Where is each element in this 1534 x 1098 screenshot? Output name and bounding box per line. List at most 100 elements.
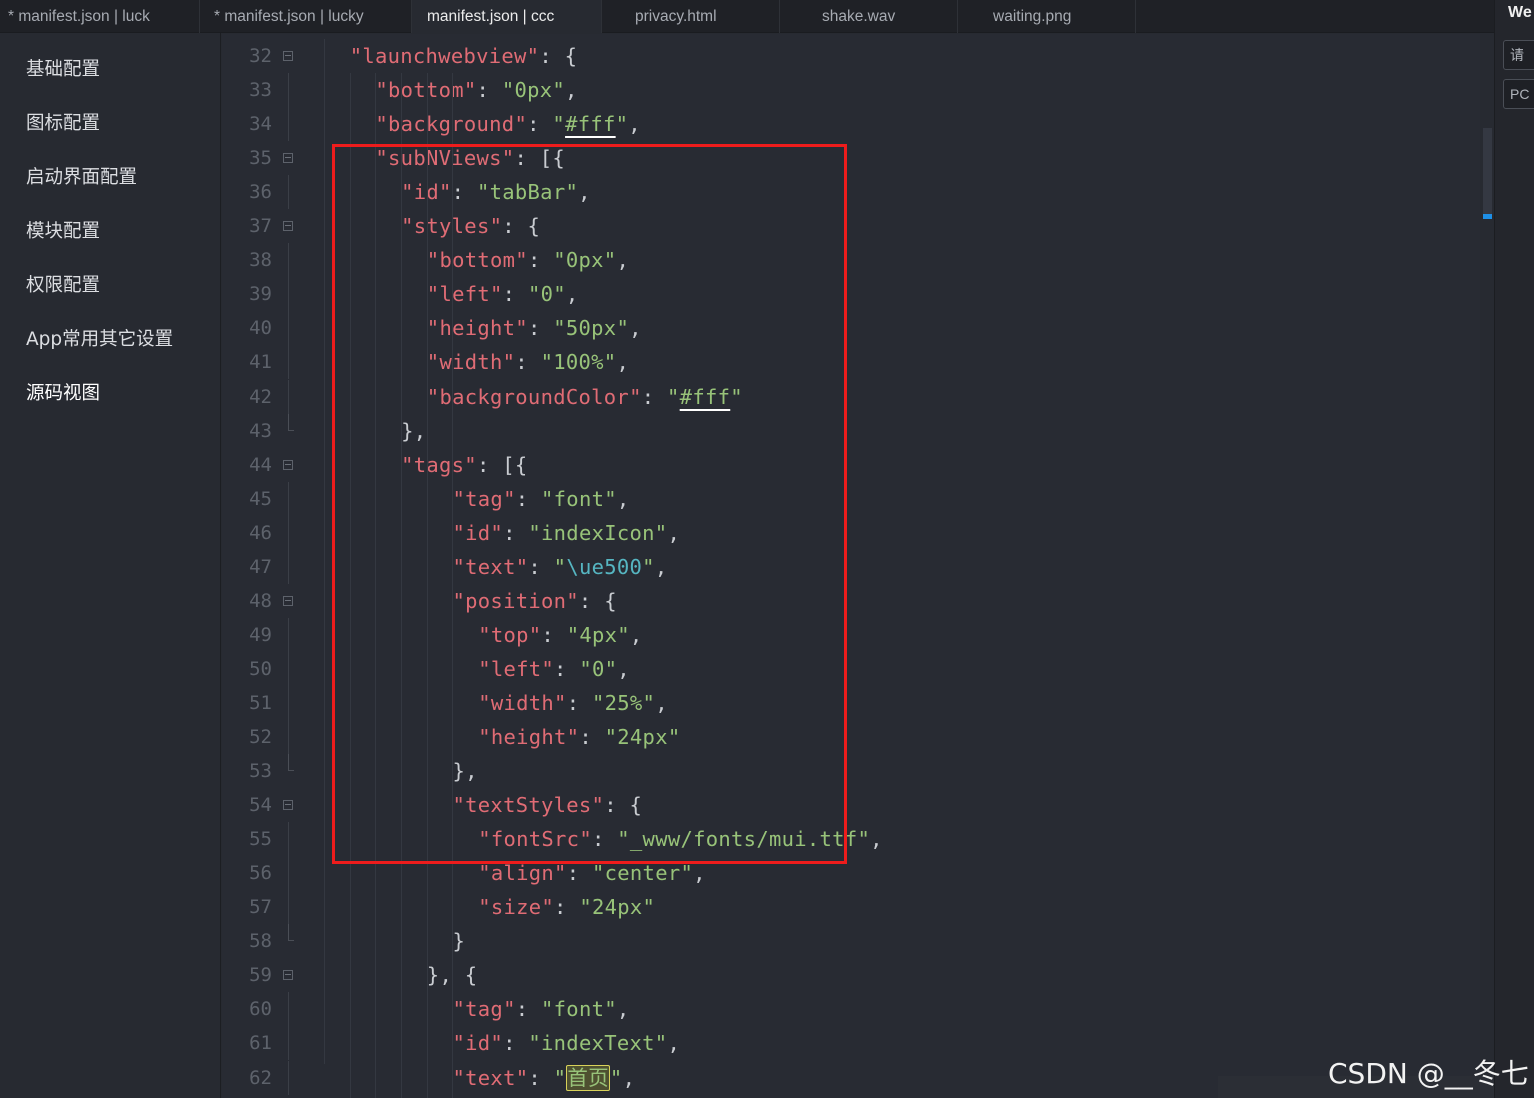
right-panel-select[interactable]: PC [1503,79,1534,109]
json-string: "_www/fonts/mui.ttf" [617,827,871,852]
punctuation: , [565,282,579,307]
json-key: "tag" [452,486,516,511]
sidebar-item-1[interactable]: 图标配置 [26,109,100,135]
fold-guide-line [288,822,289,857]
line-number: 60 [249,998,272,1021]
json-key: "fontSrc" [478,827,592,852]
punctuation: , [870,827,883,852]
fold-toggle-icon[interactable] [283,970,293,981]
fold-toggle-icon[interactable] [283,459,293,470]
code-line: "align": "center", [478,856,706,890]
json-key: "left" [426,282,503,307]
fold-guide-line [288,481,289,516]
tab-4[interactable]: shake.wav [780,0,958,33]
json-string: \ue500 [566,554,643,579]
json-string: " [553,1065,567,1090]
indent-guide [350,73,351,1098]
json-string: "0px" [553,248,617,273]
punctuation: , [616,486,630,511]
line-number: 48 [249,589,272,612]
json-key: "size" [478,895,555,920]
line-gutter: 45 [222,481,304,516]
tab-5[interactable]: waiting.png [958,0,1136,33]
fold-toggle-icon[interactable] [283,595,293,606]
json-string: "100%" [540,350,617,375]
line-gutter: 34 [222,107,304,142]
fold-guide-line [288,243,289,278]
sidebar-item-0[interactable]: 基础配置 [26,55,100,81]
json-key: "height" [478,725,580,749]
punctuation: : [503,1031,529,1056]
sidebar-item-4[interactable]: 权限配置 [26,271,100,297]
punctuation: , [667,1031,681,1056]
punctuation: : [476,78,502,103]
code-line: "position": { [453,584,617,618]
json-string: " [609,1065,623,1090]
punctuation: : [566,861,592,886]
indent-guide [427,73,428,1098]
sidebar-item-5[interactable]: App常用其它设置 [26,325,173,351]
fold-end-marker [288,924,294,942]
punctuation: : [527,112,553,137]
code-editor[interactable]: 32 "launchwebview": {33 "bottom": "0px", 34… [222,34,1494,1098]
fold-guide-line [288,1060,289,1095]
line-number: 33 [249,79,272,102]
code-line: }, [401,414,426,448]
punctuation: : { [502,214,541,239]
tab-2[interactable]: manifest.json | ccc [412,0,602,33]
punctuation: : [{ [476,452,528,477]
tab-0[interactable]: * manifest.json | luck [0,0,200,33]
punctuation: , [616,997,630,1022]
code-line: "left": "0", [427,277,579,311]
line-number: 55 [249,828,272,851]
json-string: "0" [579,656,618,681]
fold-guide-line [288,1026,289,1061]
punctuation: : { [539,44,578,68]
line-gutter: 49 [222,617,304,652]
punctuation: } [452,929,466,954]
code-line: "bottom": "0px", [375,73,577,107]
punctuation: , [655,690,668,715]
line-gutter: 33 [222,73,304,108]
fold-toggle-icon[interactable] [283,221,293,232]
line-gutter: 60 [222,992,304,1027]
line-gutter: 50 [222,651,304,686]
tab-3[interactable]: privacy.html [602,0,780,33]
line-number: 32 [249,45,272,67]
json-key: "id" [452,520,504,545]
punctuation: : [554,895,580,920]
punctuation: , [565,78,578,103]
json-string: "24px" [579,895,656,920]
code-line: "height": "50px", [427,311,642,345]
sidebar-item-3[interactable]: 模块配置 [26,217,100,243]
fold-guide-line [288,107,289,142]
right-panel-search-input[interactable]: 请 [1503,40,1534,70]
code-line: "id": "indexIcon", [453,516,681,550]
line-gutter: 36 [222,175,304,210]
punctuation: , [667,520,681,545]
fold-toggle-icon[interactable] [283,51,293,61]
scrollbar-thumb[interactable] [1483,128,1492,218]
json-key: "textStyles" [452,793,605,818]
punctuation: , [616,248,630,273]
json-key: "left" [478,656,555,681]
line-number: 54 [249,794,272,817]
indent-guide [401,73,402,1098]
fold-toggle-icon[interactable] [283,800,293,811]
line-number: 44 [249,453,272,476]
watermark-text: CSDN @__冬七 [1328,1057,1529,1090]
punctuation: : [579,725,605,749]
sidebar-item-6[interactable]: 源码视图 [26,379,100,405]
fold-toggle-icon[interactable] [283,153,293,164]
line-gutter: 35 [222,141,304,175]
code-line: "height": "24px" [478,720,680,754]
sidebar-item-2[interactable]: 启动界面配置 [26,163,137,189]
line-number: 50 [249,657,272,680]
json-string: " [642,554,655,579]
line-gutter: 53 [222,754,304,788]
json-key: "width" [426,350,516,375]
tab-1[interactable]: * manifest.json | lucky [200,0,412,33]
code-line: "textStyles": { [453,788,643,822]
line-number: 51 [249,691,272,714]
punctuation: , [617,656,630,681]
